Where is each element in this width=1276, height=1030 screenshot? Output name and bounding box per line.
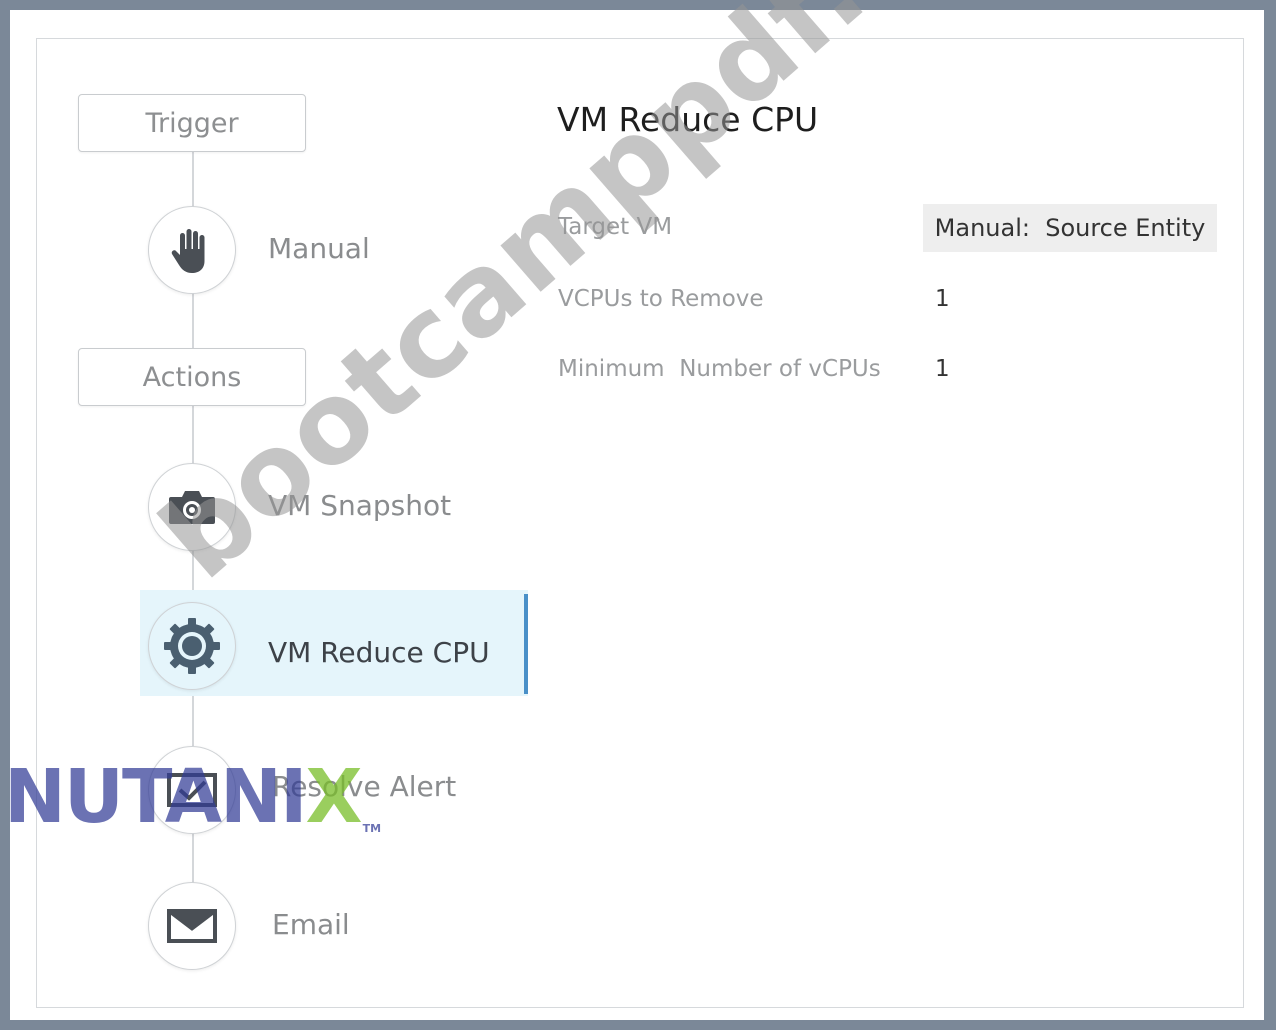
- logo-trademark: TM: [362, 822, 382, 835]
- hand-icon: [171, 229, 205, 273]
- logo-text: NUTANI: [4, 754, 307, 840]
- field-label-target-vm: Target VM: [558, 214, 673, 240]
- target-vm-value-text: Manual: Source Entity: [934, 214, 1206, 242]
- step-label-vm-reduce-cpu[interactable]: VM Reduce CPU: [268, 636, 490, 669]
- field-label-vcpus-to-remove: VCPUs to Remove: [558, 286, 764, 312]
- workflow-frame: Trigger Manual Actions VM Snapshot VM Re…: [10, 10, 1264, 1020]
- connector-line: [192, 292, 194, 350]
- min-vcpus-value[interactable]: 1: [935, 356, 950, 382]
- step-vm-reduce-cpu[interactable]: [148, 602, 236, 690]
- logo-x-letter: X: [305, 754, 363, 840]
- vcpus-to-remove-value[interactable]: 1: [935, 286, 950, 312]
- trigger-stage-label: Trigger: [145, 107, 239, 139]
- step-label-vm-snapshot[interactable]: VM Snapshot: [268, 489, 451, 522]
- actions-stage[interactable]: Actions: [78, 348, 306, 406]
- field-label-min-vcpus: Minimum Number of vCPUs: [558, 356, 881, 382]
- gear-icon: [164, 618, 220, 674]
- nutanix-logo: NUTANIX TM: [4, 760, 381, 834]
- step-vm-snapshot[interactable]: [148, 463, 236, 551]
- detail-title: VM Reduce CPU: [557, 100, 819, 139]
- trigger-stage[interactable]: Trigger: [78, 94, 306, 152]
- connector-line: [192, 550, 194, 590]
- step-manual[interactable]: [148, 206, 236, 294]
- connector-line: [192, 150, 194, 210]
- actions-stage-label: Actions: [142, 361, 242, 393]
- step-email[interactable]: [148, 882, 236, 970]
- envelope-icon: [167, 909, 217, 943]
- connector-line: [192, 406, 194, 464]
- selected-step-indicator: [524, 594, 528, 694]
- step-label-manual[interactable]: Manual: [268, 232, 370, 265]
- camera-icon: [169, 491, 215, 524]
- step-label-email[interactable]: Email: [272, 908, 350, 941]
- target-vm-value[interactable]: Manual: Source Entity: [923, 204, 1217, 252]
- connector-line: [192, 696, 194, 746]
